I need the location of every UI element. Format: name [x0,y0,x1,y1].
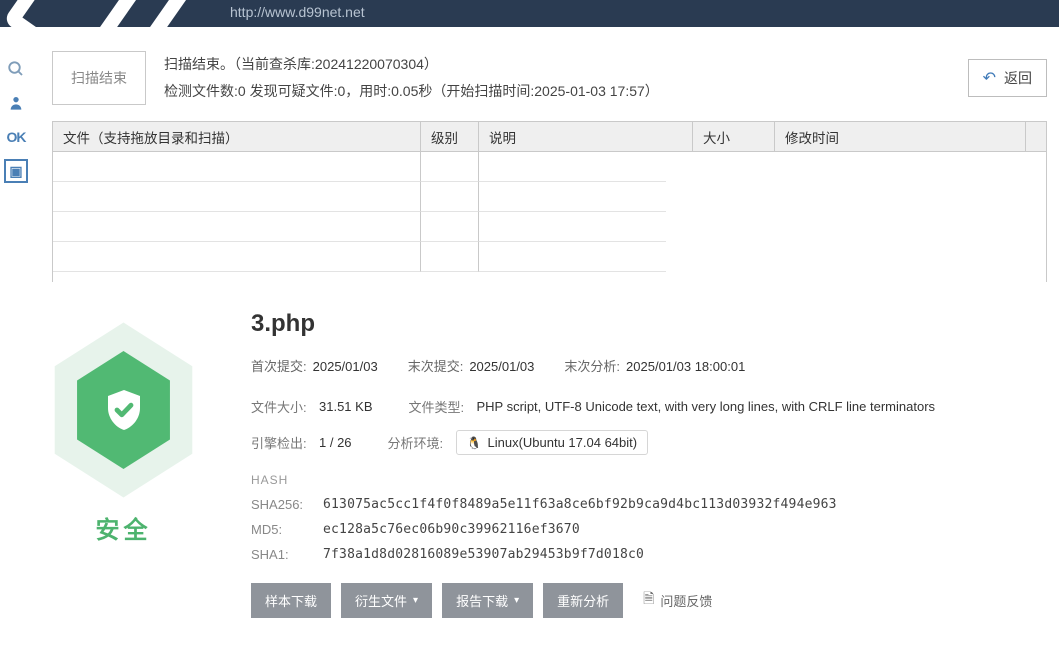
last-submit: 末次提交:2025/01/03 [408,356,535,375]
derived-files-button[interactable]: 衍生文件▾ [341,583,432,618]
first-submit: 首次提交:2025/01/03 [251,356,378,375]
grid-row-empty [53,182,1046,212]
file-size: 文件大小: 31.51 KB [251,397,373,416]
linux-icon: 🐧 [467,436,482,450]
banner-url: http://www.d99net.net [230,4,365,20]
result-grid: 文件（支持拖放目录和扫描） 级别 说明 大小 修改时间 [52,121,1047,282]
undo-icon: ↶ [983,68,996,88]
scan-line1: 扫描结束。（当前查杀库:20241220070304） [164,51,950,78]
col-size[interactable]: 大小 [693,122,775,152]
hash-md5: MD5:ec128a5c76ec06b90c39962116ef3670 [251,522,1043,537]
box-icon[interactable]: ▣ [4,159,28,183]
file-report: 安全 3.php 首次提交:2025/01/03 末次提交:2025/01/03… [0,282,1059,630]
analysis-env: 分析环境: 🐧 Linux(Ubuntu 17.04 64bit) [388,430,649,455]
safe-label: 安全 [96,510,152,545]
banner-logo-stripes [20,0,200,27]
reanalyze-button[interactable]: 重新分析 [543,583,623,618]
col-desc[interactable]: 说明 [479,122,693,152]
hash-sha1: SHA1:7f38a1d8d02816089e53907ab29453b9f7d… [251,547,1043,562]
search-icon[interactable] [4,57,28,81]
side-toolbar: OK ▣ [0,27,32,282]
file-name: 3.php [251,310,1043,338]
file-type: 文件类型: PHP script, UTF-8 Unicode text, wi… [409,397,969,416]
chevron-down-icon: ▾ [514,595,519,606]
env-pill[interactable]: 🐧 Linux(Ubuntu 17.04 64bit) [456,430,649,455]
shield-check-icon [100,386,148,434]
ok-icon[interactable]: OK [4,125,28,149]
col-end [1026,122,1046,152]
sample-download-button[interactable]: 样本下载 [251,583,331,618]
hash-heading: HASH [251,473,1043,487]
back-button[interactable]: ↶ 返回 [968,59,1047,97]
scan-status-box: 扫描结束 [52,51,146,105]
scan-info: 扫描结束。（当前查杀库:20241220070304） 检测文件数:0 发现可疑… [164,51,950,104]
last-analyze: 末次分析:2025/01/03 18:00:01 [564,356,745,375]
col-time[interactable]: 修改时间 [775,122,1026,152]
scan-line2: 检测文件数:0 发现可疑文件:0，用时:0.05秒（开始扫描时间:2025-01… [164,78,950,105]
col-level[interactable]: 级别 [421,122,479,152]
back-label: 返回 [1004,68,1032,88]
person-icon[interactable] [4,91,28,115]
safe-badge [44,330,204,490]
report-download-button[interactable]: 报告下载▾ [442,583,533,618]
chevron-down-icon: ▾ [413,595,418,606]
grid-row-empty [53,152,1046,182]
document-icon: 🗎 [643,588,654,612]
grid-row-empty [53,242,1046,272]
engine-detect: 引擎检出: 1 / 26 [251,430,352,455]
grid-header: 文件（支持拖放目录和扫描） 级别 说明 大小 修改时间 [53,122,1046,152]
grid-row-empty [53,212,1046,242]
feedback-button[interactable]: 🗎问题反馈 [633,580,722,620]
scanner-panel: OK ▣ 扫描结束 扫描结束。（当前查杀库:20241220070304） 检测… [0,27,1059,282]
col-file[interactable]: 文件（支持拖放目录和扫描） [53,122,421,152]
hash-sha256: SHA256:613075ac5cc1f4f0f8489a5e11f63a8ce… [251,497,1043,512]
top-banner: http://www.d99net.net [0,0,1059,27]
